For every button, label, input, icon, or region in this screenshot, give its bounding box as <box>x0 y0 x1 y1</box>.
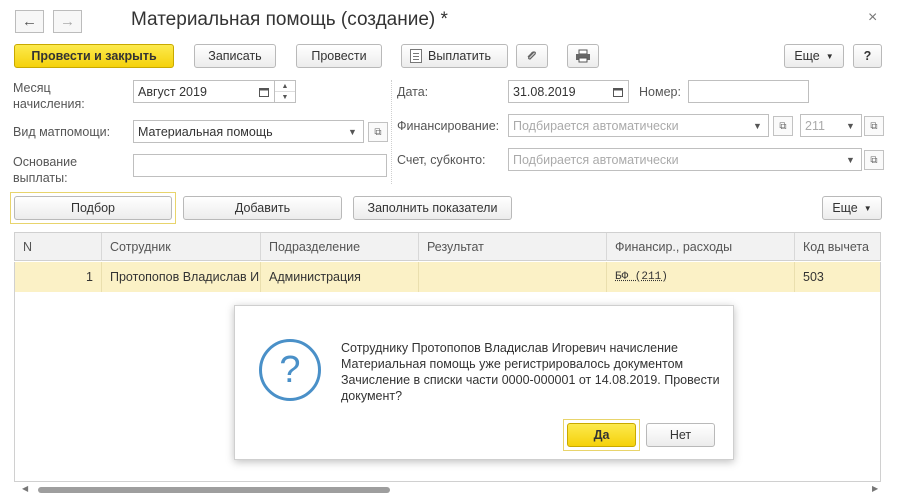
dialog-message: Сотруднику Протопопов Владислав Игоревич… <box>341 341 720 403</box>
month-label: Месяц начисления: <box>13 81 85 111</box>
basis-field[interactable] <box>133 154 387 177</box>
financing-open-button[interactable]: ⧉ <box>773 116 793 136</box>
chevron-down-icon: ▼ <box>846 154 855 165</box>
aid-type-open-button[interactable]: ⧉ <box>368 122 388 142</box>
month-stepper[interactable]: ▲ ▼ <box>275 80 296 103</box>
chevron-down-icon: ▼ <box>846 120 855 131</box>
table-more-label: Еще <box>832 201 858 215</box>
divider <box>391 80 392 184</box>
page-title: Материальная помощь (создание) * <box>131 9 448 30</box>
date-calendar-button[interactable] <box>607 80 629 103</box>
arrow-right-icon: → <box>60 13 75 30</box>
column-header-result[interactable]: Результат <box>418 233 606 261</box>
open-window-icon: ⧉ <box>779 120 787 132</box>
account-open-button[interactable]: ⧉ <box>864 150 884 170</box>
table-row[interactable]: 1 Протопопов Владислав Игоревич Админист… <box>14 262 881 292</box>
column-header-n[interactable]: N <box>15 233 101 261</box>
stepper-down-icon[interactable]: ▼ <box>275 92 295 103</box>
printer-icon <box>576 49 590 63</box>
chevron-down-icon: ▼ <box>753 120 762 131</box>
chevron-down-icon: ▼ <box>863 203 872 213</box>
financing-dropdown[interactable]: ▼ <box>747 114 769 137</box>
column-header-department[interactable]: Подразделение <box>260 233 418 261</box>
calendar-icon <box>259 87 269 97</box>
more-button-label: Еще <box>794 49 820 63</box>
open-window-icon: ⧉ <box>870 120 878 132</box>
aid-type-field[interactable]: Материальная помощь <box>133 120 343 143</box>
select-button[interactable]: Подбор <box>14 196 172 220</box>
question-icon: ? <box>259 339 321 401</box>
open-window-icon: ⧉ <box>374 126 382 138</box>
yes-button[interactable]: Да <box>567 423 636 447</box>
column-header-employee[interactable]: Сотрудник <box>101 233 260 261</box>
financing-code-dropdown[interactable]: ▼ <box>840 114 862 137</box>
help-button[interactable]: ? <box>853 44 882 68</box>
calendar-icon <box>612 87 623 97</box>
no-button[interactable]: Нет <box>646 423 715 447</box>
financing-label: Финансирование: <box>397 119 500 133</box>
arrow-left-icon: ← <box>22 13 37 30</box>
cell-department: Администрация <box>260 262 418 292</box>
cell-deduction-code: 503 <box>794 262 882 292</box>
cell-result <box>418 262 606 292</box>
number-label: Номер: <box>639 85 681 99</box>
date-label: Дата: <box>397 85 429 99</box>
column-header-deduction-code[interactable]: Код вычета <box>794 233 882 261</box>
forward-button[interactable]: → <box>53 10 82 33</box>
open-window-icon: ⧉ <box>870 154 878 166</box>
post-button[interactable]: Провести <box>296 44 382 68</box>
number-field[interactable] <box>688 80 809 103</box>
cell-n: 1 <box>86 270 93 284</box>
save-button[interactable]: Записать <box>194 44 276 68</box>
pay-button[interactable]: Выплатить <box>401 44 508 68</box>
paperclip-icon <box>527 51 536 60</box>
table-more-button[interactable]: Еще ▼ <box>822 196 882 220</box>
financing-code-open-button[interactable]: ⧉ <box>864 116 884 136</box>
aid-type-label: Вид матпомощи: <box>13 125 111 139</box>
chevron-down-icon: ▼ <box>825 51 834 61</box>
calendar-button[interactable] <box>254 80 275 103</box>
cell-financing[interactable]: БФ (211) <box>606 262 794 292</box>
column-header-financing[interactable]: Финансир., расходы <box>606 233 794 261</box>
scroll-right-icon[interactable]: ▶ <box>872 484 878 493</box>
cell-employee: Протопопов Владислав Игоревич <box>101 262 260 292</box>
month-field[interactable]: Август 2019 <box>133 80 255 103</box>
basis-label: Основание выплаты: <box>13 155 78 185</box>
financing-link[interactable]: БФ (211) <box>615 271 668 283</box>
scrollbar-thumb[interactable] <box>38 487 390 493</box>
confirm-dialog: ? Сотруднику Протопопов Владислав Игорев… <box>234 305 734 460</box>
document-icon <box>410 49 422 63</box>
more-button[interactable]: Еще ▼ <box>784 44 844 68</box>
attach-button[interactable] <box>516 44 548 68</box>
account-label: Счет, субконто: <box>397 153 486 167</box>
fill-indicators-button[interactable]: Заполнить показатели <box>353 196 512 220</box>
print-button[interactable] <box>567 44 599 68</box>
date-field[interactable]: 31.08.2019 <box>508 80 608 103</box>
pay-button-label: Выплатить <box>428 49 492 63</box>
account-field[interactable]: Подбирается автоматически <box>508 148 841 171</box>
add-button[interactable]: Добавить <box>183 196 342 220</box>
post-and-close-button[interactable]: Провести и закрыть <box>14 44 174 68</box>
account-dropdown[interactable]: ▼ <box>840 148 862 171</box>
chevron-down-icon: ▼ <box>348 126 357 137</box>
aid-type-dropdown[interactable]: ▼ <box>342 120 364 143</box>
financing-code-field[interactable]: 211 <box>800 114 841 137</box>
scroll-left-icon[interactable]: ◀ <box>22 484 28 493</box>
stepper-up-icon[interactable]: ▲ <box>275 81 295 92</box>
close-icon[interactable]: × <box>868 9 877 27</box>
financing-field[interactable]: Подбирается автоматически <box>508 114 748 137</box>
back-button[interactable]: ← <box>15 10 44 33</box>
table-header: N Сотрудник Подразделение Результат Фина… <box>14 232 881 261</box>
